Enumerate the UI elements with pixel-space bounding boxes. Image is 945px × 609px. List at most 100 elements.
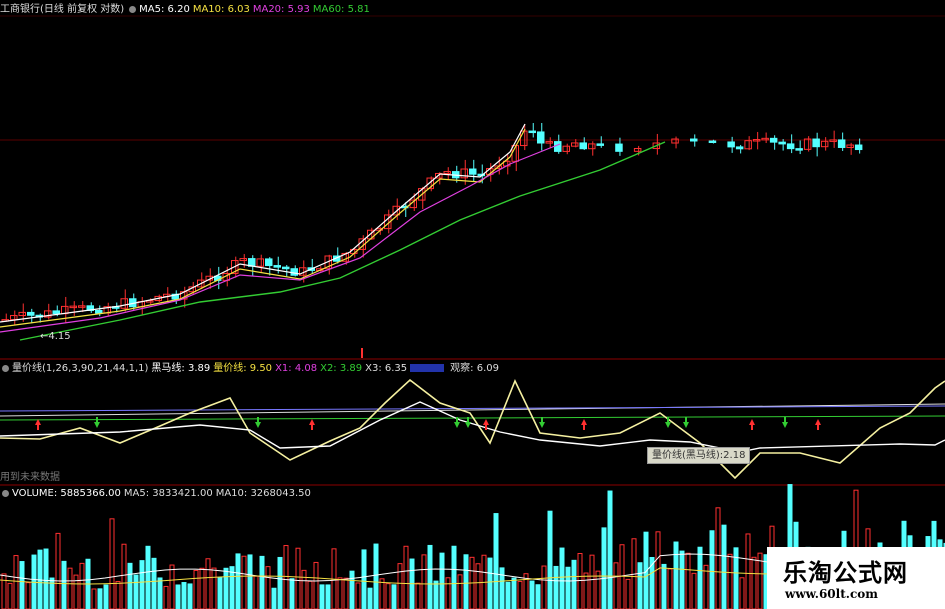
- volume-bar: [451, 545, 457, 609]
- candlestick: [837, 139, 846, 148]
- candlestick: [820, 140, 829, 148]
- candlestick: [69, 305, 77, 309]
- settings-dot-icon[interactable]: [129, 6, 137, 13]
- volume-bar: [247, 554, 253, 609]
- ma10-value: MA10: 6.03: [192, 4, 250, 15]
- volume-bar: [337, 577, 343, 609]
- volume-bar: [619, 544, 625, 609]
- volume-bar: [307, 580, 313, 609]
- candlestick: [795, 148, 803, 151]
- sell-arrow-icon: [782, 417, 788, 428]
- volume-bar: [625, 578, 631, 609]
- candlestick: [120, 298, 128, 309]
- candlestick: [554, 141, 562, 152]
- volume-bar: [367, 587, 373, 609]
- volume-bar: [379, 578, 385, 609]
- volume-bar: [91, 588, 97, 609]
- candlestick: [78, 305, 86, 308]
- sell-arrow-icon: [465, 417, 471, 428]
- volume-bar: [133, 574, 139, 609]
- volume-bar: [565, 566, 571, 609]
- price-panel-legend: 工商银行(日线 前复权 对数) MA5: 6.20 MA10: 6.03 MA20: …: [0, 3, 373, 17]
- watermark-url: www.60lt.com: [785, 587, 878, 601]
- volume-bar: [415, 582, 421, 609]
- hidden-legend-swatch: [410, 364, 445, 372]
- volume-bar: [391, 584, 397, 609]
- future-data-note: 用到未来数据: [0, 472, 60, 483]
- candlestick: [846, 144, 854, 148]
- candlestick: [27, 311, 35, 316]
- volume-bar: [445, 577, 451, 609]
- volume-bar: [457, 574, 463, 609]
- x3-value: X3: 6.35: [365, 363, 408, 374]
- volume-bar: [685, 552, 691, 609]
- volume-bar: [529, 580, 535, 609]
- volume-bar: [289, 578, 295, 609]
- volume-bar: [163, 585, 169, 609]
- volume-settings-dot-icon[interactable]: [2, 490, 9, 497]
- volume-bar: [673, 541, 679, 609]
- volume-bar: [751, 556, 757, 609]
- candlestick: [282, 266, 290, 270]
- candlestick: [615, 143, 623, 152]
- volume-bar: [493, 513, 499, 609]
- volume-bar: [271, 587, 277, 609]
- volume-bar: [157, 577, 163, 609]
- volume-bar: [697, 546, 703, 609]
- sell-arrow-icon: [683, 417, 689, 428]
- volume-bar: [403, 545, 409, 609]
- volume-bar: [439, 552, 445, 609]
- indicator-settings-dot-icon[interactable]: [2, 365, 9, 372]
- volume-bar: [61, 560, 67, 609]
- x1-value: X1: 4.08: [275, 363, 318, 374]
- volume-bar: [427, 544, 433, 609]
- volume-bar: [283, 545, 289, 609]
- volume-bar: [607, 490, 613, 609]
- volume-bar: [127, 562, 133, 609]
- volume-bar: [475, 563, 481, 609]
- volume-bar: [205, 558, 211, 609]
- volume-bar: [151, 557, 157, 609]
- candlestick: [708, 140, 717, 144]
- candlestick: [545, 141, 553, 144]
- volume-bar: [703, 564, 709, 609]
- volume-bar: [355, 582, 361, 609]
- low-price-marker: ←4.15: [40, 331, 71, 342]
- volume-bar: [637, 562, 643, 609]
- volume-bar: [7, 582, 13, 609]
- volume-bar: [601, 527, 607, 609]
- volume-bar: [223, 567, 229, 609]
- volume-bar: [181, 582, 187, 609]
- volume-panel-legend: VOLUME: 5885366.00 MA5: 3833421.00 MA10: 3…: [0, 487, 314, 501]
- volume-bar: [67, 567, 73, 609]
- candlestick: [803, 138, 812, 150]
- volume-ma10-value: MA10: 3268043.50: [215, 488, 311, 499]
- volume-bar: [103, 584, 109, 609]
- candlestick: [469, 168, 477, 175]
- volume-bar: [235, 553, 241, 609]
- volume-bar: [373, 543, 379, 609]
- sell-arrow-icon: [94, 417, 100, 428]
- volume-bar: [613, 562, 619, 609]
- volume-bar: [583, 572, 589, 609]
- candlestick: [571, 142, 579, 147]
- volume-bar: [97, 588, 103, 609]
- volume-bar: [301, 569, 307, 609]
- volume-bar: [727, 553, 733, 609]
- candlestick: [744, 140, 752, 150]
- volume-bar: [265, 566, 271, 609]
- volume-bar: [421, 554, 427, 609]
- volume-bar: [139, 560, 145, 609]
- volume-ma5-value: MA5: 3833421.00: [123, 488, 213, 499]
- buy-arrow-icon: [35, 419, 41, 430]
- chart-canvas[interactable]: [0, 0, 945, 609]
- volume-bar: [721, 524, 727, 609]
- candlestick: [690, 138, 698, 142]
- volume-bar: [313, 561, 319, 609]
- volume-bar: [745, 533, 751, 609]
- buy-arrow-icon: [815, 419, 821, 430]
- volume-bar: [433, 580, 439, 609]
- volume-bar: [169, 564, 175, 609]
- volume-bar: [253, 575, 259, 609]
- volume-bar: [463, 554, 469, 609]
